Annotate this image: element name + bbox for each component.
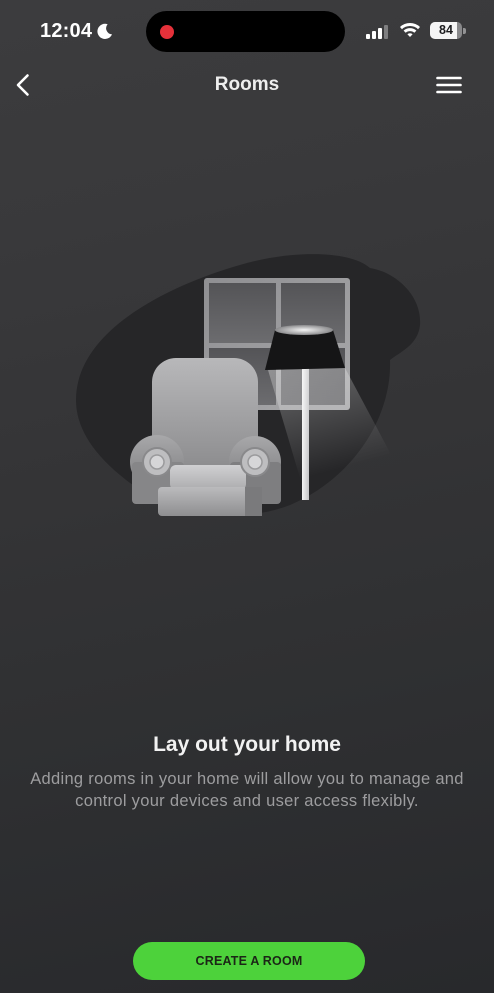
armchair-base-shadow [245, 487, 262, 516]
battery-body: 84 [430, 22, 462, 39]
page-title: Rooms [214, 74, 280, 95]
signal-bar [384, 25, 388, 39]
signal-bar [372, 31, 376, 39]
battery-percentage: 84 [439, 23, 453, 37]
armchair-left-scroll-center [149, 454, 165, 470]
hamburger-menu-icon[interactable] [436, 76, 462, 94]
battery-nub [463, 28, 466, 34]
window-pane [209, 283, 276, 343]
signal-bar [378, 28, 382, 39]
create-room-label[interactable]: CREATE A ROOM [196, 954, 303, 968]
dynamic-island [146, 11, 345, 52]
menu-button[interactable] [432, 70, 466, 100]
create-room-button[interactable]: CREATE A ROOM [133, 942, 365, 980]
room-illustration [76, 254, 421, 516]
cellular-signal-icon [366, 24, 388, 39]
lamp-shade-top [275, 325, 333, 335]
empty-state-title: Lay out your home [153, 733, 341, 756]
lamp-shade [265, 330, 345, 370]
status-time: 12:04 [40, 20, 93, 42]
recording-dot-icon [160, 25, 174, 39]
armchair-right-scroll-center [247, 454, 263, 470]
status-bar: 12:04 84 [0, 0, 494, 60]
empty-state-description: Adding rooms in your home will allow you… [30, 770, 464, 810]
wifi-icon [400, 23, 420, 37]
signal-bar [366, 34, 370, 39]
armchair-seat [170, 465, 246, 490]
battery-icon: 84 [430, 22, 466, 40]
moon-icon [97, 23, 112, 39]
